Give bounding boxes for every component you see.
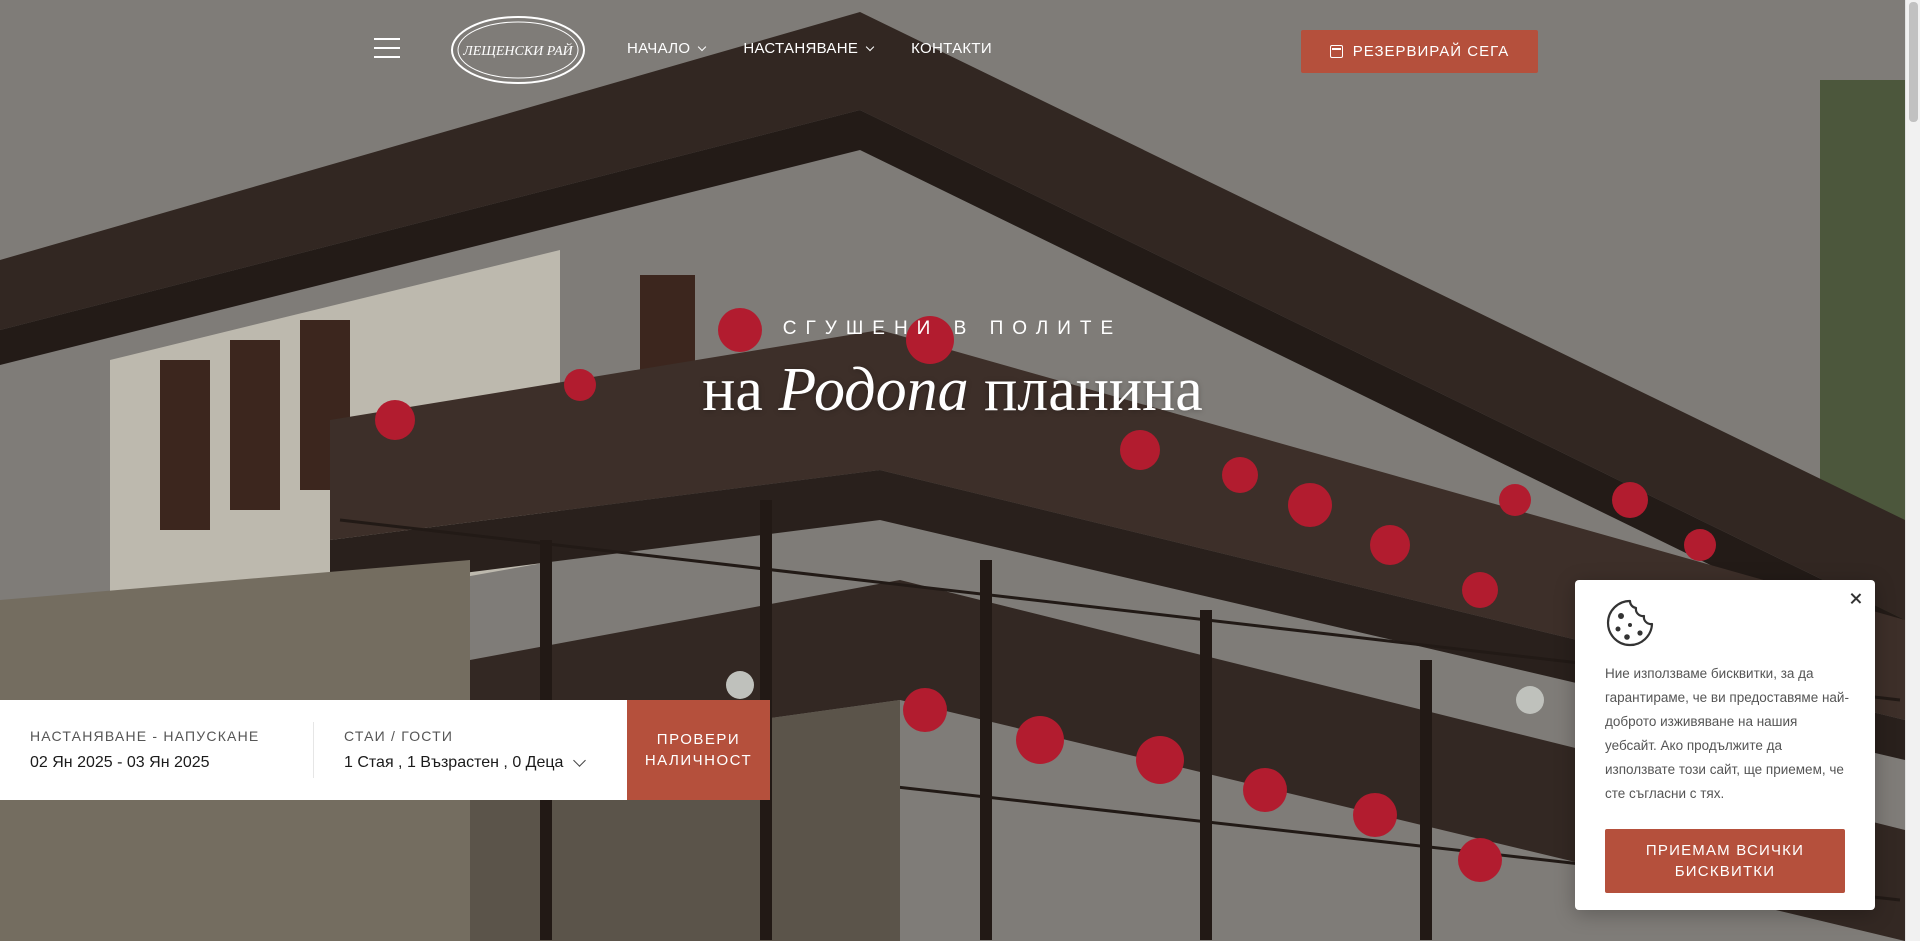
headline-post: планина [968,356,1203,424]
chevron-down-icon [573,754,587,767]
booking-panel: НАСТАНЯВАНЕ - НАПУСКАНЕ 02 Ян 2025 - 03 … [0,700,627,800]
hero-kicker: СГУШЕНИ В ПОЛИТЕ [782,318,1123,339]
check-availability-button[interactable]: ПРОВЕРИ НАЛИЧНОСТ [627,700,770,800]
nav-item-accommodation[interactable]: НАСТАНЯВАНЕ [743,40,875,57]
hamburger-icon[interactable] [374,38,400,60]
calendar-icon [1329,45,1343,58]
dates-value[interactable]: 02 Ян 2025 - 03 Ян 2025 [30,754,313,772]
accept-cookies-button[interactable]: ПРИЕМАМ ВСИЧКИ БИСКВИТКИ [1605,829,1845,893]
nav-item-label: КОНТАКТИ [911,40,992,57]
book-now-label: РЕЗЕРВИРАЙ СЕГА [1352,43,1510,60]
close-icon[interactable] [1848,591,1864,607]
hero-headline: на Родопа планина [0,355,1905,426]
book-now-button[interactable]: РЕЗЕРВИРАЙ СЕГА [1301,30,1538,73]
guests-label: СТАИ / ГОСТИ [344,728,454,744]
dates-label: НАСТАНЯВАНЕ - НАПУСКАНЕ [30,728,260,744]
page-scrollbar[interactable] [1905,0,1920,941]
nav-item-home[interactable]: НАЧАЛО [627,40,707,57]
nav-item-label: НАСТАНЯВАНЕ [743,40,859,57]
headline-pre: на [702,356,779,424]
site-header: ЛЕЩЕНСКИ РАЙ НАЧАЛО НАСТАНЯВАНЕ КОНТАКТИ… [0,0,1905,100]
guests-dropdown[interactable]: 1 Стая , 1 Възрастен , 0 Деца [344,754,627,772]
site-logo[interactable]: ЛЕЩЕНСКИ РАЙ [449,14,587,86]
cookie-text: Ние използваме бисквитки, за да гарантир… [1605,666,1849,801]
main-nav: НАЧАЛО НАСТАНЯВАНЕ КОНТАКТИ [627,40,1030,57]
nav-item-label: НАЧАЛО [627,40,691,57]
headline-em: Родопа [778,356,969,424]
cookie-icon [1606,599,1654,647]
cookie-consent: Ние използваме бисквитки, за да гарантир… [1575,580,1875,910]
guests-field[interactable]: СТАИ / ГОСТИ 1 Стая , 1 Възрастен , 0 Де… [314,700,627,800]
booking-bar: НАСТАНЯВАНЕ - НАПУСКАНЕ 02 Ян 2025 - 03 … [0,700,770,800]
scrollbar-thumb[interactable] [1909,2,1918,122]
chevron-down-icon [865,42,875,51]
guests-value: 1 Стая , 1 Възрастен , 0 Деца [344,754,564,771]
dates-field[interactable]: НАСТАНЯВАНЕ - НАПУСКАНЕ 02 Ян 2025 - 03 … [0,722,314,778]
nav-item-contacts[interactable]: КОНТАКТИ [911,40,992,57]
logo-text: ЛЕЩЕНСКИ РАЙ [462,42,573,59]
chevron-down-icon [698,42,707,51]
